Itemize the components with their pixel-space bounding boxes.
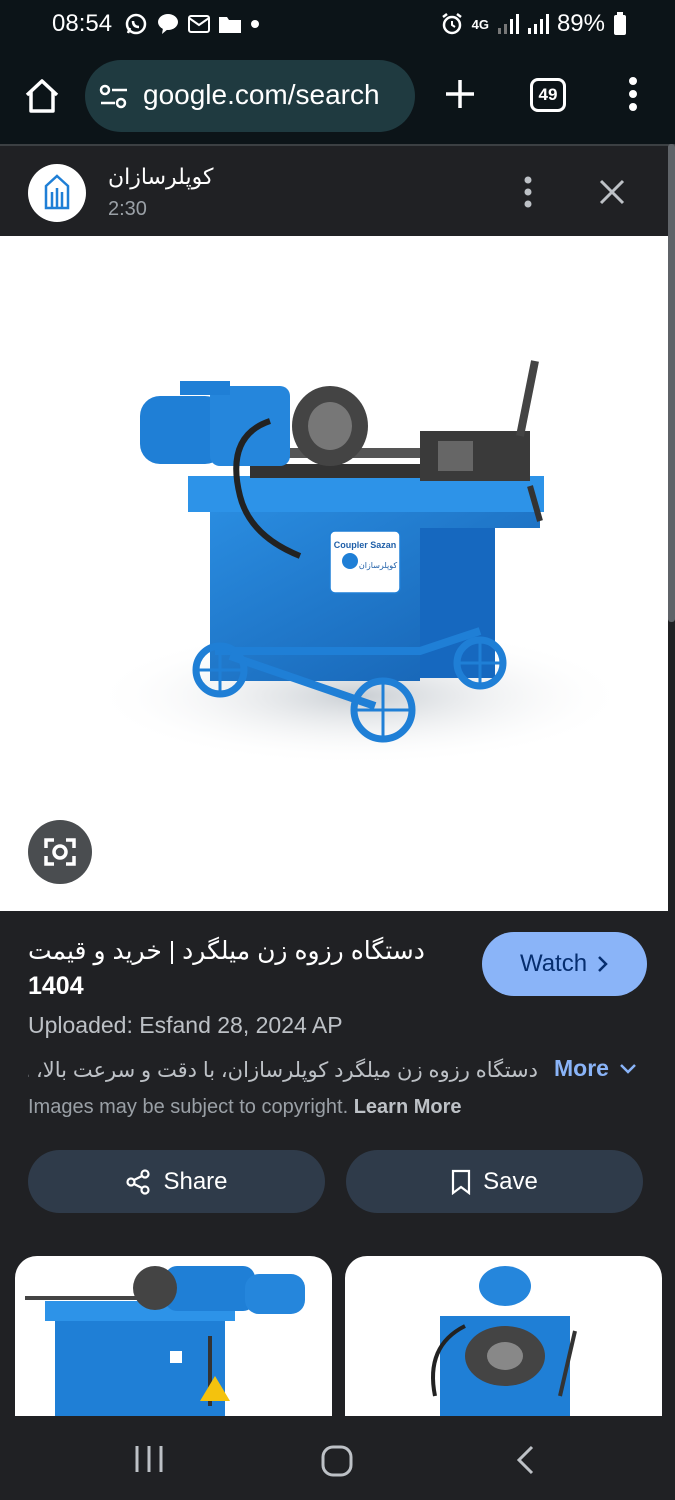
options-icon[interactable]	[516, 174, 540, 210]
more-menu-icon[interactable]	[616, 74, 650, 114]
status-time: 08:54	[52, 10, 113, 37]
video-description: دستگاه رزوه زن میلگرد کوپلرسازان، با دقت…	[28, 1059, 538, 1082]
save-label: Save	[483, 1167, 538, 1195]
battery-percent: 89%	[556, 10, 605, 37]
status-bar: 08:54 4G 89%	[0, 0, 675, 50]
related-image-1[interactable]	[15, 1256, 332, 1416]
share-button[interactable]: Share	[28, 1150, 325, 1213]
close-icon[interactable]	[596, 176, 628, 208]
google-lens-button[interactable]	[28, 820, 92, 884]
home-icon[interactable]	[22, 76, 62, 116]
watch-label: Watch	[519, 950, 588, 977]
media-header: کوپلرسازان 2:30	[0, 144, 675, 236]
related-image-2[interactable]	[345, 1256, 662, 1416]
site-settings-icon[interactable]	[99, 84, 129, 110]
learn-more-link[interactable]: Learn More	[354, 1096, 462, 1118]
channel-logo-icon	[44, 174, 70, 210]
more-button[interactable]: More	[554, 1055, 637, 1082]
upload-date: Uploaded: Esfand 28, 2024 AP	[28, 1012, 343, 1038]
machine-label-top: Coupler Sazan	[334, 540, 397, 550]
browser-toolbar: google.com/search 49	[0, 50, 675, 144]
folder-icon	[219, 17, 241, 33]
notification-icons	[124, 12, 260, 36]
url-text[interactable]: google.com/search	[143, 79, 380, 111]
dot-icon	[251, 20, 259, 28]
share-icon	[126, 1168, 151, 1195]
more-label: More	[554, 1055, 609, 1081]
related-machine-image-2	[431, 1266, 577, 1416]
home-nav-icon[interactable]	[320, 1444, 354, 1478]
signal-icon-2	[527, 14, 549, 34]
thread-rolling-machine-image: Coupler Sazan کوپلرسازان	[90, 360, 630, 766]
copyright-text: Images may be subject to copyright.	[28, 1096, 349, 1118]
status-right: 4G 89%	[440, 10, 627, 38]
channel-name[interactable]: کوپلرسازان	[108, 164, 213, 190]
channel-avatar[interactable]	[28, 164, 86, 222]
battery-icon	[614, 12, 626, 35]
whatsapp-icon	[125, 13, 147, 35]
video-title-text: دستگاه رزوه زن میلگرد | خرید و قیمت	[28, 937, 425, 965]
page-scrollbar[interactable]	[668, 144, 675, 622]
alarm-icon	[441, 13, 462, 35]
video-title-year: 1404	[28, 972, 84, 1000]
share-label: Share	[163, 1167, 228, 1195]
preview-image[interactable]: Coupler Sazan کوپلرسازان	[0, 236, 668, 911]
chevron-down-icon	[620, 1063, 636, 1074]
chat-icon	[158, 14, 178, 34]
tab-switcher-button[interactable]: 49	[530, 78, 566, 112]
network-type: 4G	[471, 16, 489, 32]
bookmark-icon	[452, 1169, 471, 1195]
video-duration: 2:30	[108, 198, 147, 220]
related-machine-image-1	[25, 1266, 305, 1416]
back-icon[interactable]	[514, 1444, 538, 1476]
machine-label-bottom: کوپلرسازان	[359, 561, 398, 570]
new-tab-icon[interactable]	[440, 74, 480, 114]
address-bar[interactable]: google.com/search	[85, 60, 415, 132]
system-navigation-bar	[0, 1416, 675, 1500]
mail-icon	[188, 15, 210, 33]
video-title[interactable]: دستگاه رزوه زن میلگرد | خرید و قیمت 1404	[28, 934, 458, 1004]
recent-apps-icon[interactable]	[132, 1444, 166, 1474]
chevron-right-icon	[598, 956, 608, 972]
lens-icon	[44, 838, 76, 866]
save-button[interactable]: Save	[346, 1150, 643, 1213]
signal-icon	[497, 14, 519, 34]
copyright-notice: Images may be subject to copyright. Lear…	[28, 1096, 462, 1119]
watch-button[interactable]: Watch	[482, 932, 647, 996]
